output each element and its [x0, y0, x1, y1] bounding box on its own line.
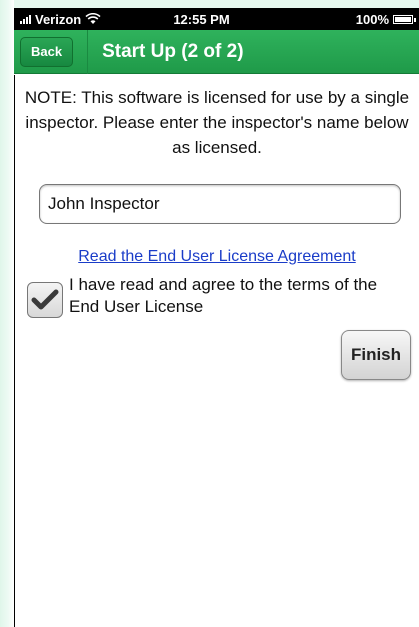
agree-label: I have read and agree to the terms of th… — [69, 275, 378, 316]
signal-icon — [20, 14, 31, 24]
battery-group: 100% — [272, 11, 416, 27]
nav-divider — [87, 29, 89, 74]
main-content: NOTE: This software is licensed for use … — [14, 75, 419, 627]
battery-icon — [393, 14, 416, 24]
finish-row: Finish — [23, 330, 411, 380]
finish-button[interactable]: Finish — [341, 330, 411, 380]
eula-link[interactable]: Read the End User License Agreement — [23, 248, 411, 266]
status-bar: Verizon 12:55 PM 100% — [14, 8, 419, 30]
license-note: NOTE: This software is licensed for use … — [24, 88, 410, 157]
agree-checkbox[interactable] — [27, 282, 63, 318]
checkmark-icon — [31, 289, 59, 310]
navigation-bar: Back Start Up (2 of 2) — [14, 29, 419, 74]
status-time: 12:55 PM — [173, 11, 230, 27]
background-frame-left — [0, 0, 14, 627]
back-button[interactable]: Back — [20, 36, 74, 67]
agree-row: I have read and agree to the terms of th… — [27, 274, 411, 318]
app-screen: Verizon 12:55 PM 100% Back Start Up (2 o… — [0, 0, 419, 627]
battery-percent: 100% — [355, 11, 389, 27]
background-frame-top — [0, 0, 419, 8]
wifi-icon — [85, 13, 101, 24]
inspector-name-input[interactable] — [39, 184, 401, 224]
page-title: Start Up (2 of 2) — [102, 40, 244, 62]
carrier-name: Verizon — [35, 11, 82, 27]
